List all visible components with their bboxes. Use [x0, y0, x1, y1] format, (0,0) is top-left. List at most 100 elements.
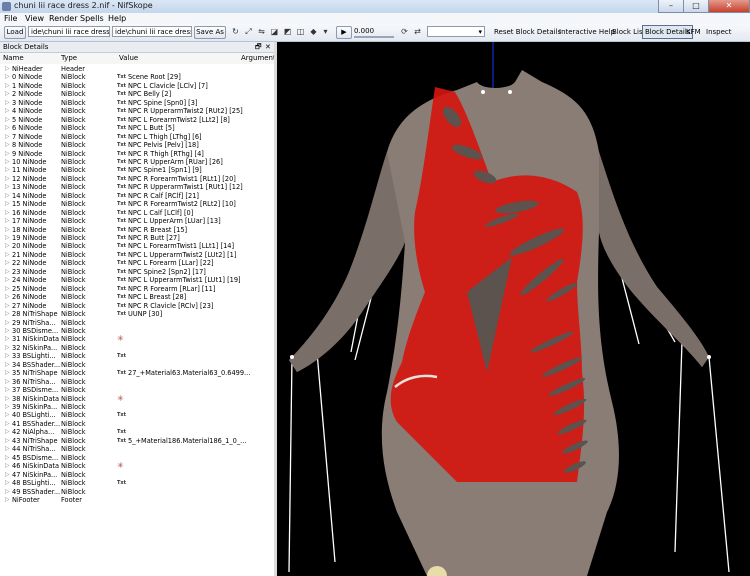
time-slider[interactable]	[354, 36, 394, 38]
maximize-button[interactable]: □	[683, 0, 709, 13]
tree-row[interactable]: ▷ 14 NiNode NiBlock Txt NPC R Calf [RClf] [2…	[0, 192, 274, 200]
render-viewport[interactable]	[277, 42, 750, 576]
load-path-input[interactable]: ide\chuni lii race dress 2.nif	[28, 26, 110, 37]
expand-arrow-icon[interactable]: ▷	[5, 133, 10, 141]
user-view-icon[interactable]: ◆	[308, 27, 319, 37]
side-view-icon[interactable]: ◫	[295, 27, 306, 37]
tree-row[interactable]: ▷ 2 NiNode NiBlock Txt NPC Belly [2]	[0, 90, 274, 98]
expand-arrow-icon[interactable]: ▷	[5, 454, 10, 462]
expand-arrow-icon[interactable]: ▷	[5, 285, 10, 293]
expand-arrow-icon[interactable]: ▷	[5, 437, 10, 445]
expand-arrow-icon[interactable]: ▷	[5, 90, 10, 98]
tree-row[interactable]: ▷ 16 NiNode NiBlock Txt NPC L Calf [LClf] [0…	[0, 209, 274, 217]
expand-arrow-icon[interactable]: ▷	[5, 251, 10, 259]
tree-row[interactable]: ▷ 31 NiSkinData NiBlock ✳	[0, 334, 274, 343]
menu-help[interactable]: Help	[108, 13, 126, 24]
tree-row[interactable]: ▷ 49 BSShader... NiBlock	[0, 488, 274, 496]
expand-arrow-icon[interactable]: ▷	[5, 116, 10, 124]
tree-row[interactable]: ▷ 39 NiSkinPa... NiBlock	[0, 403, 274, 411]
column-value[interactable]: Value	[119, 53, 138, 64]
tree-row[interactable]: ▷ 11 NiNode NiBlock Txt NPC Spine1 [Spn1] [9…	[0, 166, 274, 174]
tree-row[interactable]: ▷ 19 NiNode NiBlock Txt NPC R Butt [27]	[0, 234, 274, 242]
tree-row[interactable]: ▷ 44 NiTriSha... NiBlock	[0, 445, 274, 453]
tree-row[interactable]: ▷ 42 NiAlpha... NiBlock Txt	[0, 428, 274, 436]
tree-row[interactable]: ▷ 0 NiNode NiBlock Txt Scene Root [29]	[0, 73, 274, 81]
expand-arrow-icon[interactable]: ▷	[5, 395, 10, 403]
front-view-icon[interactable]: ◪	[269, 27, 280, 37]
tree-row[interactable]: ▷ 40 BSLighti... NiBlock Txt	[0, 411, 274, 419]
block-tree[interactable]: ▷ NiHeader Header ▷ 0 NiNode NiBlock Txt Scene …	[0, 64, 274, 576]
tree-row[interactable]: ▷ 48 BSLighti... NiBlock Txt	[0, 479, 274, 487]
menu-view[interactable]: View	[25, 13, 44, 24]
tree-row[interactable]: ▷ 24 NiNode NiBlock Txt NPC L UpperarmTwist1…	[0, 276, 274, 284]
expand-arrow-icon[interactable]: ▷	[5, 82, 10, 90]
expand-arrow-icon[interactable]: ▷	[5, 344, 10, 352]
tree-row[interactable]: ▷ 18 NiNode NiBlock Txt NPC R Breast [15]	[0, 226, 274, 234]
tree-row[interactable]: ▷ 23 NiNode NiBlock Txt NPC Spine2 [Spn2] [1…	[0, 268, 274, 276]
tree-row[interactable]: ▷ 37 BSDisme... NiBlock	[0, 386, 274, 394]
expand-arrow-icon[interactable]: ▷	[5, 462, 10, 470]
inspect-button[interactable]: Inspect	[706, 26, 732, 38]
tree-row[interactable]: ▷ 21 NiNode NiBlock Txt NPC L UpperarmTwist2…	[0, 251, 274, 259]
expand-arrow-icon[interactable]: ▷	[5, 420, 10, 428]
expand-arrow-icon[interactable]: ▷	[5, 141, 10, 149]
walk-icon[interactable]: ⤢	[243, 27, 254, 37]
tree-row[interactable]: ▷ 30 BSDisme... NiBlock	[0, 327, 274, 335]
tree-row[interactable]: ▷ 25 NiNode NiBlock Txt NPC R Forearm [RLar]…	[0, 285, 274, 293]
tree-row[interactable]: ▷ 43 NiTriShape NiBlock Txt 5_+Material186.M…	[0, 437, 274, 445]
expand-arrow-icon[interactable]: ▷	[5, 73, 10, 81]
tree-row[interactable]: ▷ 15 NiNode NiBlock Txt NPC R ForearmTwist2 …	[0, 200, 274, 208]
tree-row[interactable]: ▷ 5 NiNode NiBlock Txt NPC L ForearmTwist2 […	[0, 116, 274, 124]
expand-arrow-icon[interactable]: ▷	[5, 319, 10, 327]
expand-arrow-icon[interactable]: ▷	[5, 403, 10, 411]
expand-arrow-icon[interactable]: ▷	[5, 479, 10, 487]
expand-arrow-icon[interactable]: ▷	[5, 259, 10, 267]
flip-icon[interactable]: ⇋	[256, 27, 267, 37]
expand-arrow-icon[interactable]: ▷	[5, 124, 10, 132]
tree-row[interactable]: ▷ 41 BSShader... NiBlock	[0, 420, 274, 428]
expand-arrow-icon[interactable]: ▷	[5, 445, 10, 453]
expand-arrow-icon[interactable]: ▷	[5, 386, 10, 394]
expand-arrow-icon[interactable]: ▷	[5, 209, 10, 217]
float-icon[interactable]: 🗗	[255, 42, 262, 52]
expand-arrow-icon[interactable]: ▷	[5, 411, 10, 419]
expand-arrow-icon[interactable]: ▷	[5, 242, 10, 250]
tree-row[interactable]: ▷ 33 BSLighti... NiBlock Txt	[0, 352, 274, 360]
tree-row[interactable]: ▷ 12 NiNode NiBlock Txt NPC R ForearmTwist1 …	[0, 175, 274, 183]
expand-arrow-icon[interactable]: ▷	[5, 226, 10, 234]
expand-arrow-icon[interactable]: ▷	[5, 335, 10, 343]
tree-row[interactable]: ▷ 20 NiNode NiBlock Txt NPC L ForearmTwist1 …	[0, 242, 274, 250]
tree-row[interactable]: ▷ 28 NiTriShape NiBlock Txt UUNP [30]	[0, 310, 274, 318]
tree-row[interactable]: ▷ 17 NiNode NiBlock Txt NPC L UpperArm [LUar…	[0, 217, 274, 225]
tree-row[interactable]: ▷ 38 NiSkinData NiBlock ✳	[0, 394, 274, 403]
save-path-input[interactable]: ide\chuni lii race dress 2.nif	[112, 26, 192, 37]
tree-row[interactable]: ▷ 1 NiNode NiBlock Txt NPC L Clavicle [LClv]…	[0, 82, 274, 90]
tree-row[interactable]: ▷ NiFooter Footer	[0, 496, 274, 504]
close-button[interactable]: ✕	[708, 0, 750, 13]
dropdown-arrow-icon[interactable]: ▾	[320, 27, 331, 37]
kfm-button[interactable]: KFM	[686, 26, 701, 38]
expand-arrow-icon[interactable]: ▷	[5, 200, 10, 208]
top-view-icon[interactable]: ◩	[282, 27, 293, 37]
expand-arrow-icon[interactable]: ▷	[5, 276, 10, 284]
expand-arrow-icon[interactable]: ▷	[5, 158, 10, 166]
save-as-button[interactable]: Save As	[194, 26, 226, 39]
block-list-button[interactable]: Block List	[612, 26, 645, 38]
tree-row[interactable]: ▷ 46 NiSkinData NiBlock ✳	[0, 461, 274, 470]
tree-row[interactable]: ▷ 8 NiNode NiBlock Txt NPC Pelvis [Pelv] [18…	[0, 141, 274, 149]
tree-row[interactable]: ▷ 35 NiTriShape NiBlock Txt 27_+Material63.M…	[0, 369, 274, 377]
tree-row[interactable]: ▷ 36 NiTriSha... NiBlock	[0, 378, 274, 386]
tree-row[interactable]: ▷ 7 NiNode NiBlock Txt NPC L Thigh [LThg] [6…	[0, 133, 274, 141]
expand-arrow-icon[interactable]: ▷	[5, 496, 10, 504]
tree-row[interactable]: ▷ 26 NiNode NiBlock Txt NPC L Breast [28]	[0, 293, 274, 301]
animation-select[interactable]: ▾	[427, 26, 485, 37]
loop-icon[interactable]: ⟳	[399, 27, 410, 37]
expand-arrow-icon[interactable]: ▷	[5, 310, 10, 318]
expand-arrow-icon[interactable]: ▷	[5, 428, 10, 436]
expand-arrow-icon[interactable]: ▷	[5, 268, 10, 276]
expand-arrow-icon[interactable]: ▷	[5, 488, 10, 496]
expand-arrow-icon[interactable]: ▷	[5, 302, 10, 310]
load-button[interactable]: Load	[4, 26, 26, 39]
menu-file[interactable]: File	[4, 13, 17, 24]
expand-arrow-icon[interactable]: ▷	[5, 150, 10, 158]
